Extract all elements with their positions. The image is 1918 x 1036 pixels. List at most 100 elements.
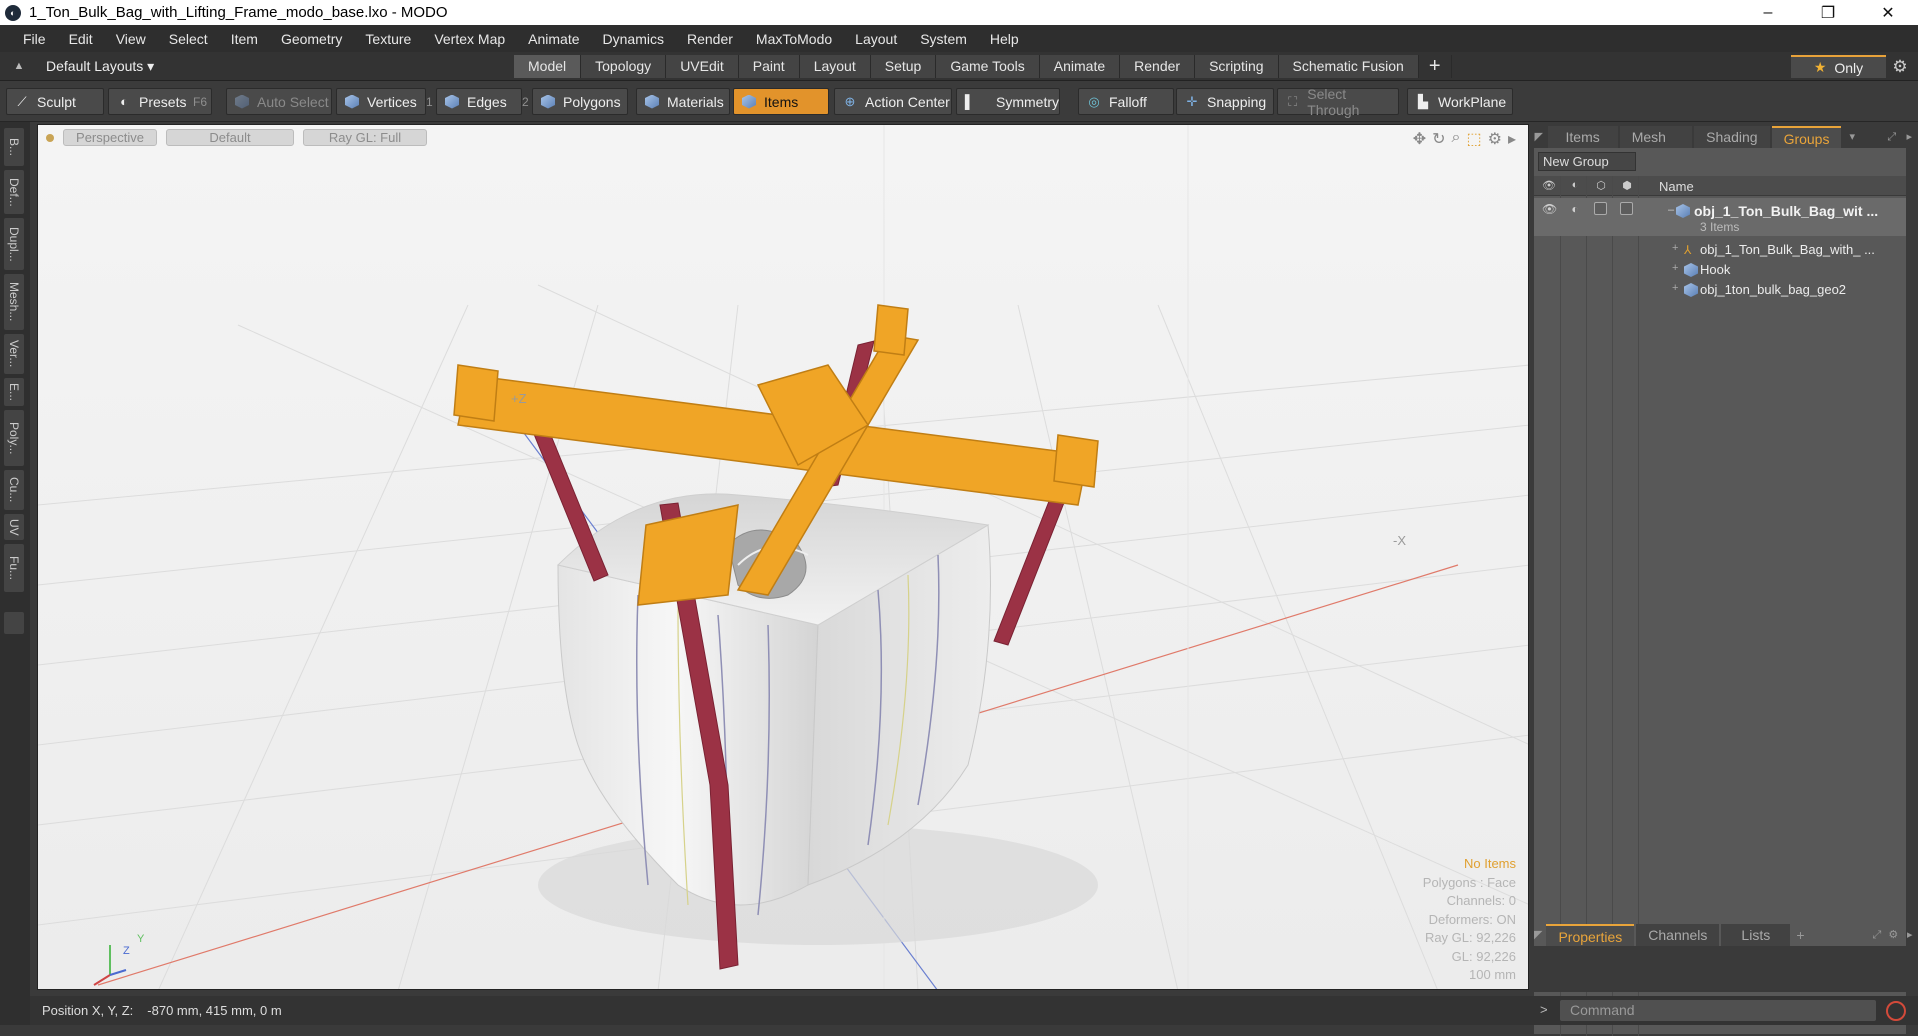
tab-render[interactable]: Render [1120,55,1196,78]
menu-animate[interactable]: Animate [517,31,591,47]
polygons-button[interactable]: 2 Polygons [522,88,628,115]
add-properties-tab-button[interactable]: + [1792,924,1808,946]
symmetry-button[interactable]: ▌ Symmetry [956,88,1060,115]
group-lock-checkbox[interactable] [1594,202,1607,215]
collapse-up-icon[interactable]: ▲ [12,60,26,72]
vtab-extra[interactable] [4,612,24,634]
render-column-icon[interactable]: ◐ [1568,179,1582,193]
command-input[interactable]: Command [1560,1000,1876,1021]
edges-button[interactable]: 1 Edges [426,88,522,115]
vtab-vertex[interactable]: Ver... [4,334,24,374]
tab-layout[interactable]: Layout [799,55,871,78]
name-column-header[interactable]: Name [1659,179,1694,194]
tab-groups[interactable]: Groups [1771,126,1842,148]
tab-schematic-fusion[interactable]: Schematic Fusion [1278,55,1419,78]
group-collapse-icon[interactable]: – [1668,204,1674,216]
panel-expand-icon[interactable]: ⤢ [1883,126,1901,148]
workplane-button[interactable]: ▙ WorkPlane [1407,88,1513,115]
tab-model[interactable]: Model [514,55,582,78]
expand-icon[interactable]: + [1672,262,1678,274]
presets-button[interactable]: ◐ Presets F6 [108,88,212,115]
tab-topology[interactable]: Topology [581,55,667,78]
vtab-curve[interactable]: Cu... [4,470,24,510]
group-select-checkbox[interactable] [1620,202,1633,215]
vtab-duplicate[interactable]: Dupl... [4,218,24,270]
select-through-button[interactable]: ⛶ Select Through [1277,86,1399,118]
properties-expand-icon[interactable]: ⤢ [1869,924,1885,946]
list-item[interactable]: + ⅄ obj_1_Ton_Bulk_Bag_with_ ... [1534,240,1906,260]
vtab-edge[interactable]: E... [4,378,24,406]
list-item[interactable]: + Hook [1534,260,1906,280]
fit-icon[interactable]: ⬚ [1467,129,1482,149]
zoom-icon[interactable]: ⌕ [1452,129,1461,149]
menu-layout[interactable]: Layout [844,31,909,47]
layouts-dropdown[interactable]: ▲ Default Layouts ▾ [12,56,155,76]
tab-items[interactable]: Items [1547,126,1618,148]
list-item[interactable]: + obj_1ton_bulk_bag_geo2 [1534,280,1906,300]
restore-button[interactable]: ❐ [1798,0,1858,25]
menu-select[interactable]: Select [158,31,220,47]
viewport-status-dot[interactable] [46,133,54,142]
viewport-settings-icon[interactable]: ⚙ [1488,129,1502,149]
tab-setup[interactable]: Setup [870,55,937,78]
snapping-button[interactable]: ✛ Snapping [1176,88,1274,115]
view-mode-button[interactable]: Perspective [63,129,157,146]
tab-scripting[interactable]: Scripting [1195,55,1279,78]
visibility-column-icon[interactable]: 👁 [1542,179,1556,193]
gear-icon[interactable]: ⚙ [1888,55,1912,78]
command-history-icon[interactable] [1886,1001,1906,1021]
group-row[interactable]: 👁 ◐ – obj_1_Ton_Bulk_Bag_wit ... 3 Items [1534,198,1906,236]
tab-animate[interactable]: Animate [1039,55,1121,78]
vertices-button[interactable]: Vertices [336,88,426,115]
menu-file[interactable]: File [12,31,58,47]
tabs-dropdown-icon[interactable]: ▾ [1843,126,1861,148]
vtab-polygon[interactable]: Poly... [4,410,24,466]
group-render-icon[interactable]: ◐ [1568,202,1582,216]
vtab-mesh-edit[interactable]: Mesh... [4,274,24,330]
menu-vertex-map[interactable]: Vertex Map [423,31,517,47]
tab-lists[interactable]: Lists [1721,924,1791,946]
group-visibility-icon[interactable]: 👁 [1542,202,1557,216]
tab-mesh[interactable]: Mesh ... [1619,126,1693,167]
only-toggle[interactable]: ★ Only [1791,55,1886,78]
select-column-icon[interactable]: ⬢ [1620,179,1634,193]
properties-arrow-icon[interactable]: ▸ [1902,924,1918,946]
panel-menu-icon[interactable]: ◤ [1530,126,1548,148]
tab-properties[interactable]: Properties [1546,924,1635,946]
tab-channels[interactable]: Channels [1636,924,1720,946]
shading-style-button[interactable]: Default [166,129,294,146]
expand-icon[interactable]: + [1672,242,1678,254]
lock-column-icon[interactable]: ⬡ [1594,179,1608,193]
menu-render[interactable]: Render [676,31,745,47]
properties-gear-icon[interactable]: ⚙ [1885,924,1901,946]
expand-icon[interactable]: + [1672,282,1678,294]
panel-arrow-icon[interactable]: ▸ [1900,126,1918,148]
auto-select-button[interactable]: Auto Select [226,88,332,115]
tab-shading[interactable]: Shading [1694,126,1770,148]
menu-edit[interactable]: Edit [58,31,105,47]
properties-menu-icon[interactable]: ◤ [1530,924,1546,946]
minimize-button[interactable]: – [1738,0,1798,25]
materials-button[interactable]: Materials [636,88,730,115]
menu-view[interactable]: View [105,31,158,47]
pan-icon[interactable]: ✥ [1413,129,1426,149]
menu-texture[interactable]: Texture [354,31,423,47]
vtab-deform[interactable]: Def... [4,170,24,214]
tab-game-tools[interactable]: Game Tools [936,55,1040,78]
vtab-fusion[interactable]: Fu... [4,544,24,592]
tab-paint[interactable]: Paint [738,55,800,78]
menu-system[interactable]: System [909,31,979,47]
add-tab-button[interactable]: + [1419,55,1452,78]
items-button[interactable]: Items [733,88,829,115]
new-group-button[interactable]: New Group [1538,152,1636,171]
close-button[interactable]: ✕ [1858,0,1918,25]
menu-geometry[interactable]: Geometry [270,31,354,47]
3d-viewport[interactable]: Perspective Default Ray GL: Full ✥ ↻ ⌕ ⬚… [37,124,1529,990]
menu-help[interactable]: Help [979,31,1031,47]
viewport-expand-icon[interactable]: ▸ [1508,129,1516,149]
sculpt-button[interactable]: ⟋ Sculpt [6,88,104,115]
rotate-icon[interactable]: ↻ [1432,129,1445,149]
tab-uvedit[interactable]: UVEdit [666,55,739,78]
falloff-button[interactable]: ◎ Falloff [1078,88,1174,115]
vtab-uv[interactable]: UV [4,514,24,540]
